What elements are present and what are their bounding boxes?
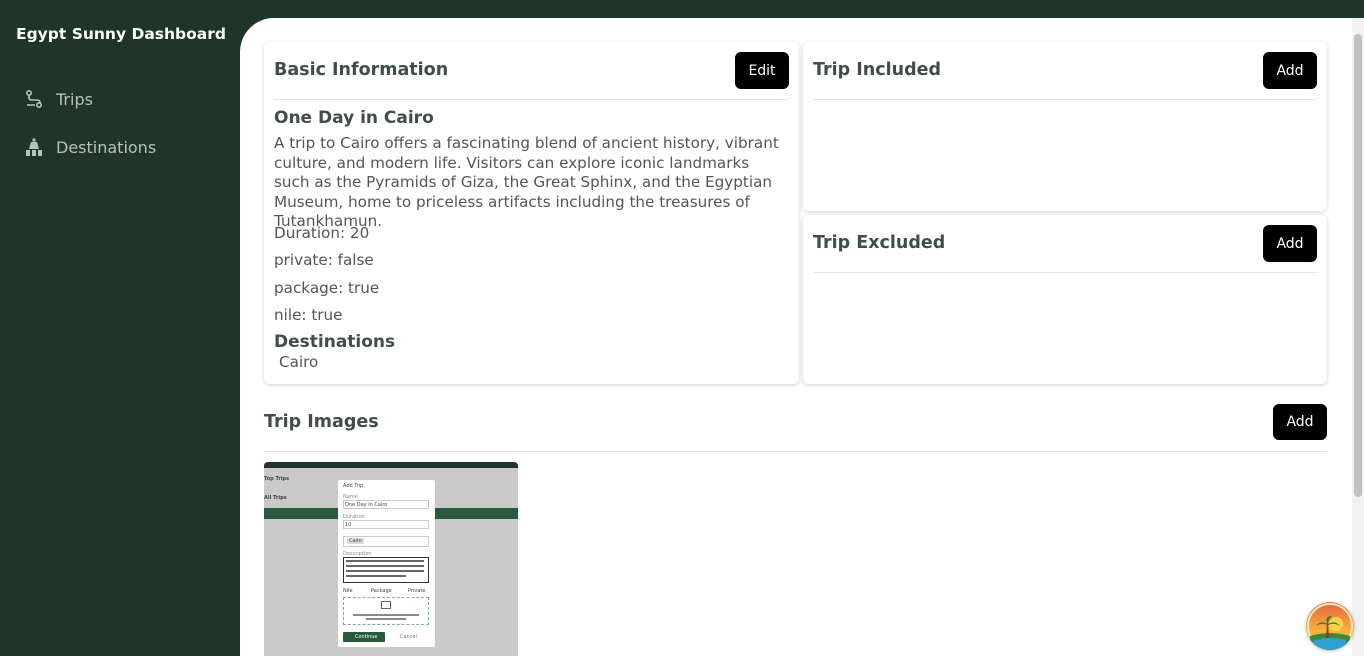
- thumb-text: One Day in Cairo: [345, 502, 388, 508]
- package-field: package: true: [274, 279, 380, 297]
- basic-info-card: Basic Information Edit One Day in Cairo …: [264, 42, 799, 384]
- destinations-title: Destinations: [274, 332, 396, 352]
- divider: [264, 451, 1327, 452]
- add-excluded-button[interactable]: Add: [1263, 225, 1317, 262]
- sidebar-item-trips[interactable]: Trips: [24, 89, 93, 109]
- thumb-line: [346, 570, 424, 572]
- thumb-text: Add Trip: [343, 483, 364, 489]
- upload-icon: [381, 601, 391, 609]
- thumb-text: Private: [408, 588, 426, 594]
- landmark-icon: [26, 138, 42, 156]
- card-title: Trip Included: [813, 60, 941, 80]
- card-title: Trip Excluded: [813, 233, 946, 253]
- divider: [813, 272, 1317, 273]
- sidebar-item-label: Destinations: [56, 137, 157, 157]
- trip-images-title: Trip Images: [264, 412, 379, 432]
- logo-icon[interactable]: [1306, 602, 1354, 650]
- trip-included-card: Trip Included Add: [803, 42, 1327, 211]
- brand-title: Egypt Sunny Dashboard: [16, 25, 226, 43]
- card-title: Basic Information: [274, 60, 449, 80]
- thumb-line: [346, 565, 424, 567]
- thumb-topbar: [264, 462, 518, 468]
- scrollbar[interactable]: [1352, 18, 1364, 656]
- sidebar-item-destinations[interactable]: Destinations: [24, 137, 156, 157]
- trip-name: One Day in Cairo: [274, 108, 434, 128]
- thumb-continue: Continue: [343, 632, 385, 642]
- thumb-text: Cairo: [347, 538, 364, 544]
- thumb-input: [343, 520, 429, 529]
- private-field: private: false: [274, 251, 374, 269]
- divider: [274, 99, 789, 100]
- thumb-text: All Trips: [264, 495, 287, 501]
- thumb-line: [346, 560, 424, 562]
- trip-excluded-card: Trip Excluded Add: [803, 215, 1327, 384]
- sidebar-item-label: Trips: [56, 89, 93, 109]
- thumb-modal: Add Trip Name One Day in Cairo Duration …: [338, 480, 435, 647]
- thumb-line: [346, 575, 406, 577]
- thumb-line: [353, 614, 419, 616]
- add-image-button[interactable]: Add: [1273, 404, 1327, 440]
- divider: [813, 99, 1317, 100]
- thumb-text: Top Trips: [264, 476, 290, 482]
- scrollbar-thumb[interactable]: [1354, 34, 1362, 497]
- thumb-text: Nile: [343, 588, 353, 594]
- edit-button[interactable]: Edit: [735, 52, 789, 89]
- sidebar: Egypt Sunny Dashboard Trips Destinations: [0, 0, 240, 656]
- duration-field: Duration: 20: [274, 224, 370, 242]
- thumb-text: Package: [371, 588, 392, 594]
- trip-description: A trip to Cairo offers a fascinating ble…: [274, 134, 779, 230]
- main-content: Basic Information Edit One Day in Cairo …: [240, 18, 1364, 656]
- thumb-line: [366, 618, 406, 620]
- thumb-text: Continue: [355, 634, 378, 640]
- destination-item: Cairo: [279, 353, 319, 371]
- trip-image-thumbnail[interactable]: Top Trips All Trips Add Trip Name One Da…: [264, 462, 518, 656]
- thumb-text: 10: [345, 522, 352, 528]
- nile-field: nile: true: [274, 306, 343, 324]
- thumb-text: Cancel: [400, 634, 417, 640]
- add-included-button[interactable]: Add: [1263, 52, 1317, 89]
- route-icon: [25, 89, 43, 109]
